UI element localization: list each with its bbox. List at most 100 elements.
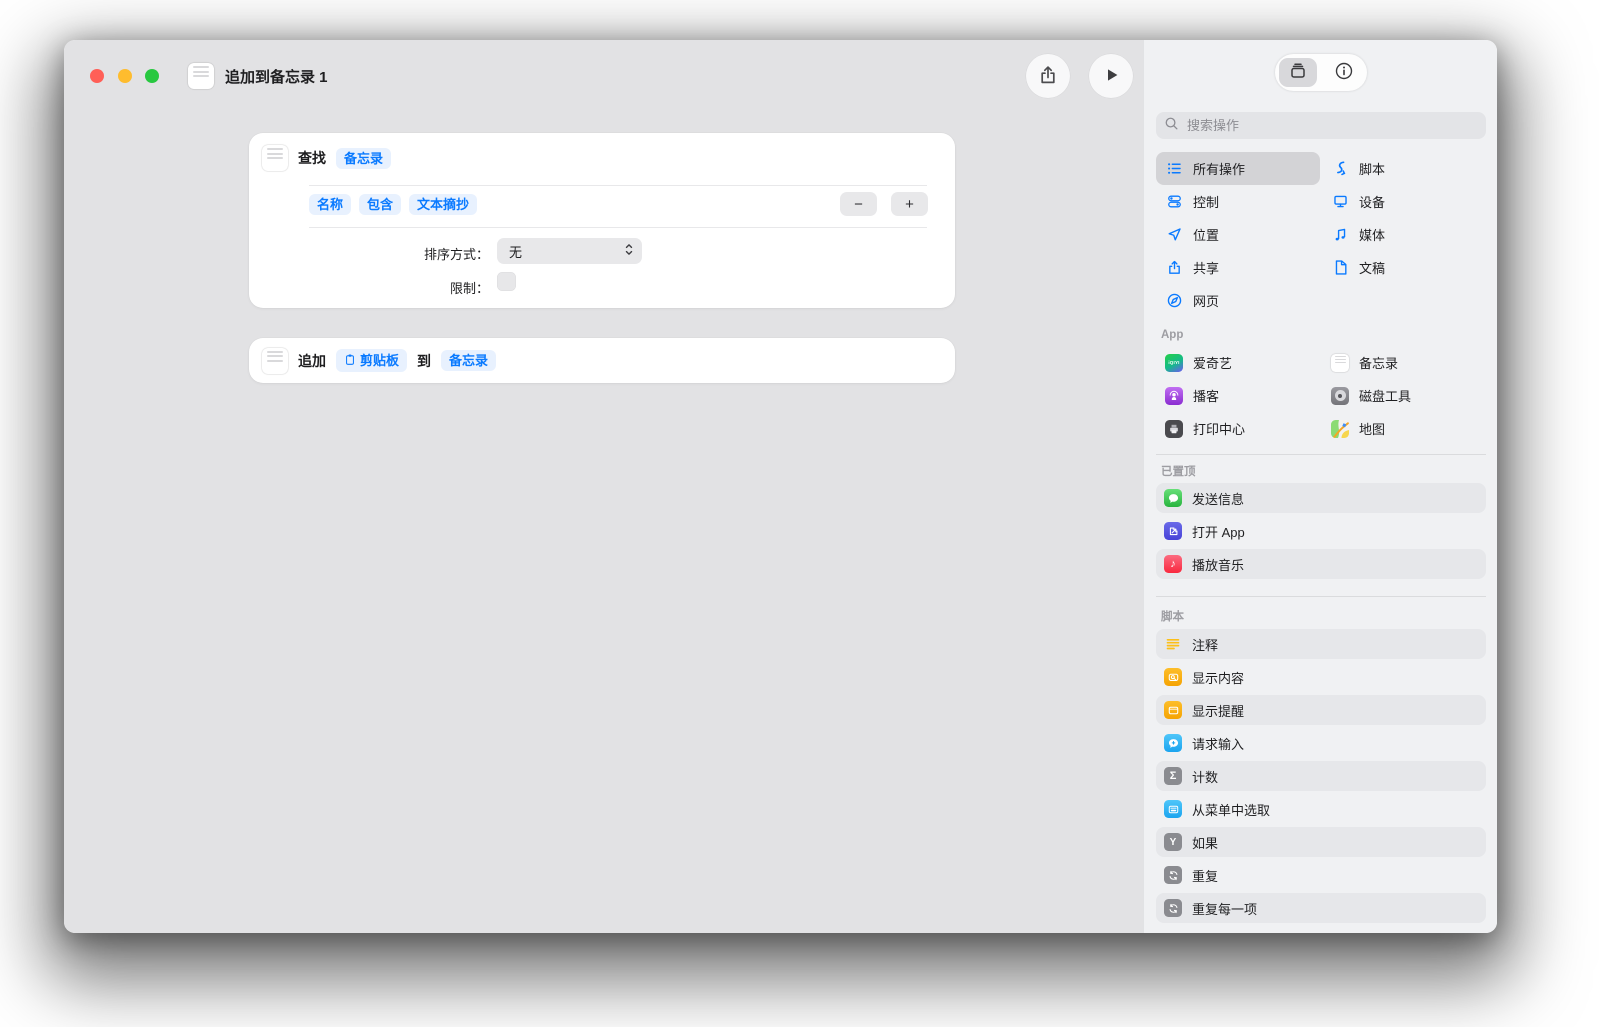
category-label: 文稿 [1359,261,1386,276]
category-label: 所有操作 [1193,162,1246,177]
category-label: 设备 [1359,195,1386,210]
category-documents[interactable]: 文稿 [1322,251,1486,284]
category-sharing[interactable]: 共享 [1156,251,1320,284]
notes-app-icon [1331,353,1349,372]
filter-operator-token[interactable]: 包含 [359,194,402,215]
action-item-ask-for-input[interactable]: 请求输入 [1156,728,1486,758]
action-item-repeat[interactable]: 重复 [1156,860,1486,890]
search-input[interactable] [1185,117,1478,134]
info-icon [1334,61,1354,84]
action-item-label: 从菜单中选取 [1192,802,1271,818]
action-item-label: 播放音乐 [1192,557,1245,573]
action-item-play-music[interactable]: ♪ 播放音乐 [1156,549,1486,579]
print-center-app-icon [1165,419,1183,438]
action-item-show-alert[interactable]: 显示提醒 [1156,695,1486,725]
action-item-open-app[interactable]: 打开 App [1156,516,1486,546]
media-icon [1331,226,1350,243]
app-item-maps[interactable]: 地图 [1322,412,1486,445]
section-label-scripting: 脚本 [1161,611,1184,623]
app-item-label: 备忘录 [1359,356,1399,371]
action-item-label: 显示内容 [1192,670,1245,686]
if-icon: Y [1164,833,1182,851]
run-shortcut-button[interactable] [1089,54,1133,98]
category-web[interactable]: 网页 [1156,284,1320,317]
show-alert-icon [1164,701,1182,719]
app-item-print-center[interactable]: 打印中心 [1156,412,1320,445]
section-divider [1156,596,1486,597]
action-item-count[interactable]: Σ 计数 [1156,761,1486,791]
add-filter-button[interactable]: + [891,192,928,216]
action-library-tab[interactable] [1275,54,1321,91]
zoom-window-button[interactable] [145,69,159,83]
share-button[interactable] [1026,54,1070,98]
app-item-disk-utility[interactable]: 磁盘工具 [1322,379,1486,412]
action-card-append-to-notes: 追加 剪贴板 到 备忘录 [249,338,955,383]
chevron-up-down-icon [623,242,635,260]
action-item-if[interactable]: Y 如果 [1156,827,1486,857]
pinned-list: 发送信息 打开 App ♪ 播放音乐 [1156,483,1486,579]
clipboard-token[interactable]: 剪贴板 [336,349,408,372]
action-item-label: 重复 [1192,868,1219,884]
category-grid: 所有操作 脚本 控制 设备 位置 媒体 共享 文稿 网页 [1156,152,1486,317]
action-item-comment[interactable]: 注释 [1156,629,1486,659]
play-icon [1100,64,1122,89]
target-token[interactable]: 备忘录 [336,147,392,169]
action-item-label: 注释 [1192,637,1219,653]
action-title: 查找 [298,150,326,166]
limit-checkbox[interactable] [497,272,516,291]
app-item-notes[interactable]: 备忘录 [1322,346,1486,379]
action-item-send-message[interactable]: 发送信息 [1156,483,1486,513]
shortcut-details-tab[interactable] [1321,54,1367,91]
category-label: 共享 [1193,261,1220,276]
control-icon [1165,193,1184,210]
category-control[interactable]: 控制 [1156,185,1320,218]
category-location[interactable]: 位置 [1156,218,1320,251]
app-item-iqiyi[interactable]: iQIYI 爱奇艺 [1156,346,1320,379]
choose-menu-icon [1164,800,1182,818]
divider [309,227,927,228]
remove-filter-button[interactable]: − [840,192,877,216]
notes-action-icon [262,145,288,171]
category-all-actions[interactable]: 所有操作 [1156,152,1320,185]
action-item-label: 请求输入 [1192,736,1245,752]
clipboard-icon [344,353,356,368]
filter-field-token[interactable]: 名称 [309,194,352,215]
minimize-window-button[interactable] [118,69,132,83]
sort-value: 无 [509,244,523,260]
filter-value-token[interactable]: 文本摘抄 [409,194,478,215]
notes-app-icon [188,63,214,89]
action-card-find-notes: 查找 备忘录 名称 包含 文本摘抄 − + 排序方式： 无 限制： [249,133,955,308]
action-item-label: 打开 App [1192,524,1245,540]
divider [309,185,927,186]
category-scripting[interactable]: 脚本 [1322,152,1486,185]
share-icon [1037,64,1059,89]
action-item-label: 重复每一项 [1192,901,1258,917]
section-divider [1156,454,1486,455]
device-icon [1331,193,1350,210]
action-item-choose-from-menu[interactable]: 从菜单中选取 [1156,794,1486,824]
search-icon [1164,116,1179,136]
scripting-list: 注释 显示内容 显示提醒 请求输入 Σ 计数 从菜单中选取 Y 如果 重复 重复… [1156,629,1486,923]
app-item-label: 地图 [1359,422,1386,437]
sort-dropdown[interactable]: 无 [497,238,642,264]
app-item-label: 爱奇艺 [1193,356,1233,371]
web-icon [1165,292,1184,309]
connector-text: 到 [417,352,432,369]
target-token[interactable]: 备忘录 [441,350,497,371]
action-header: 查找 备忘录 [262,145,392,171]
limit-label: 限制： [449,281,489,296]
close-window-button[interactable] [90,69,104,83]
play-music-icon: ♪ [1164,555,1182,573]
ask-input-icon [1164,734,1182,752]
sort-label: 排序方式： [423,247,489,262]
window-title: 追加到备忘录 1 [225,68,328,86]
iqiyi-logo-text: iQIYI [1168,360,1180,365]
disk-utility-app-icon [1331,386,1349,405]
category-media[interactable]: 媒体 [1322,218,1486,251]
action-item-show-content[interactable]: 显示内容 [1156,662,1486,692]
category-device[interactable]: 设备 [1322,185,1486,218]
app-item-podcasts[interactable]: 播客 [1156,379,1320,412]
action-item-repeat-with-each[interactable]: 重复每一项 [1156,893,1486,923]
category-label: 位置 [1193,228,1220,243]
app-grid: iQIYI 爱奇艺 备忘录 播客 磁盘工具 打印中心 地图 [1156,346,1486,445]
